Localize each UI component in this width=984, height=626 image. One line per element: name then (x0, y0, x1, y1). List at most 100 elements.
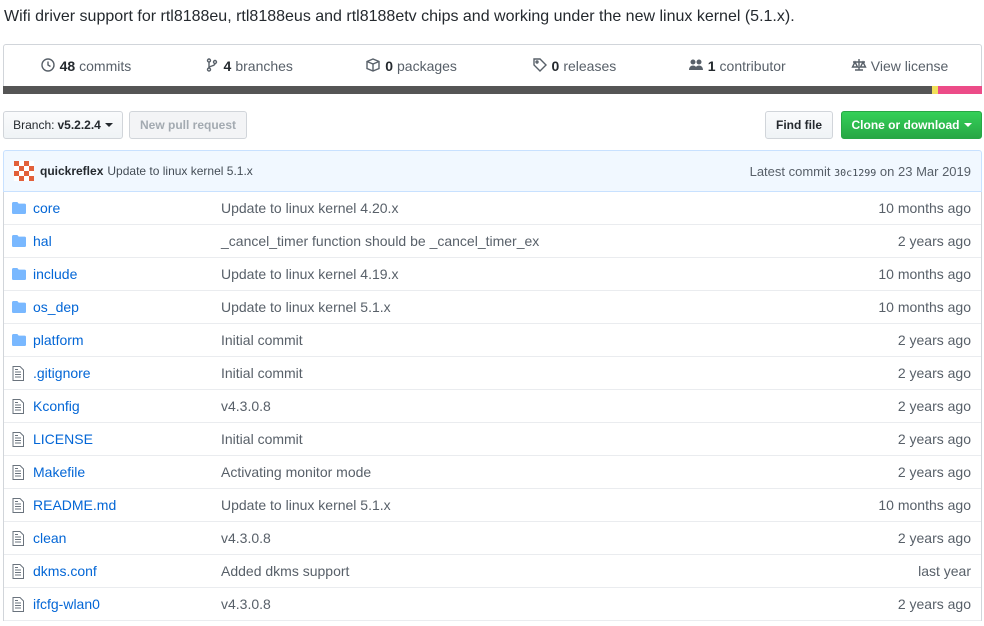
file-name-link[interactable]: .gitignore (33, 365, 221, 381)
table-row: README.md Update to linux kernel 5.1.x 10 … (4, 489, 981, 522)
file-list: core Update to linux kernel 4.20.x 10 mont… (3, 192, 982, 621)
folder-icon (12, 334, 28, 346)
file-age: 10 months ago (878, 497, 971, 513)
commit-date: on 23 Mar 2019 (879, 163, 971, 179)
file-age: 2 years ago (897, 530, 971, 546)
file-commit-message-link[interactable]: Initial commit (221, 365, 898, 381)
file-name-link[interactable]: Makefile (33, 464, 221, 480)
file-text-icon (12, 431, 28, 447)
file-commit-message-link[interactable]: Update to linux kernel 5.1.x (221, 299, 878, 315)
file-commit-message-link[interactable]: Initial commit (221, 332, 898, 348)
branches-link[interactable]: 4 branches (167, 57, 330, 76)
file-text-icon (12, 398, 28, 414)
file-text-icon (12, 596, 28, 612)
file-age: 10 months ago (878, 266, 971, 282)
clone-label: Clone or download (851, 118, 960, 132)
table-row: clean v4.3.0.8 2 years ago (4, 522, 981, 555)
table-row: platform Initial commit 2 years ago (4, 324, 981, 357)
branch-select-button[interactable]: Branch: v5.2.2.4 (3, 111, 123, 139)
license-link[interactable]: View license (818, 57, 981, 76)
file-text-icon (12, 497, 28, 513)
file-name-link[interactable]: Kconfig (33, 398, 221, 414)
table-row: core Update to linux kernel 4.20.x 10 mont… (4, 192, 981, 225)
repo-summary: 48 commits 4 branches 0 packages 0 relea… (3, 44, 982, 94)
releases-label: releases (563, 58, 617, 74)
file-commit-message-link[interactable]: Update to linux kernel 4.20.x (221, 200, 878, 216)
releases-count: 0 (551, 58, 560, 74)
find-file-button[interactable]: Find file (765, 111, 833, 139)
file-commit-message-link[interactable]: Added dkms support (221, 563, 918, 579)
file-name-link[interactable]: ifcfg-wlan0 (33, 596, 221, 612)
file-name-link[interactable]: platform (33, 332, 221, 348)
file-name-link[interactable]: dkms.conf (33, 563, 221, 579)
folder-icon (12, 202, 28, 214)
file-name-link[interactable]: include (33, 266, 221, 282)
file-commit-message-link[interactable]: v4.3.0.8 (221, 596, 898, 612)
packages-count: 0 (385, 58, 393, 74)
file-commit-message-link[interactable]: Update to linux kernel 5.1.x (221, 497, 878, 513)
branch-name: v5.2.2.4 (57, 118, 101, 132)
language-bar[interactable] (3, 86, 982, 94)
commit-author-link[interactable]: quickreflex (40, 164, 103, 178)
law-icon (851, 57, 867, 76)
file-age: 2 years ago (897, 596, 971, 612)
commit-sha-link[interactable]: 30c1299 (834, 168, 876, 179)
file-commit-message-link[interactable]: v4.3.0.8 (221, 530, 898, 546)
commits-label: commits (79, 58, 132, 74)
clone-or-download-button[interactable]: Clone or download (841, 111, 982, 139)
file-text-icon (12, 530, 28, 546)
table-row: Kconfig v4.3.0.8 2 years ago (4, 390, 981, 423)
file-name-link[interactable]: os_dep (33, 299, 221, 315)
file-name-link[interactable]: clean (33, 530, 221, 546)
file-commit-message-link[interactable]: _cancel_timer function should be _cancel… (221, 233, 898, 249)
file-name-link[interactable]: hal (33, 233, 221, 249)
file-age: 10 months ago (878, 299, 971, 315)
caret-down-icon (104, 123, 113, 127)
package-icon (365, 57, 381, 76)
table-row: Makefile Activating monitor mode 2 years a… (4, 456, 981, 489)
caret-down-icon (963, 123, 972, 127)
file-age: 2 years ago (897, 365, 971, 381)
new-pull-request-button[interactable]: New pull request (129, 111, 247, 139)
contributors-label: contributor (719, 58, 786, 74)
branch-prefix: Branch: (13, 118, 55, 132)
table-row: include Update to linux kernel 4.19.x 10 m… (4, 258, 981, 291)
history-icon (40, 57, 56, 76)
packages-label: packages (397, 58, 457, 74)
language-bar-segment (938, 86, 982, 94)
file-name-link[interactable]: LICENSE (33, 431, 221, 447)
file-age: 2 years ago (897, 398, 971, 414)
releases-link[interactable]: 0 releases (492, 57, 655, 76)
contributors-link[interactable]: 1 contributor (655, 57, 818, 76)
contributors-count: 1 (707, 58, 716, 74)
file-commit-message-link[interactable]: Initial commit (221, 431, 898, 447)
latest-commit-bar: quickreflex Update to linux kernel 5.1.x… (3, 150, 982, 192)
folder-icon (12, 301, 28, 313)
language-bar-segment (3, 86, 932, 94)
branches-label: branches (235, 58, 293, 74)
file-age: 2 years ago (897, 233, 971, 249)
folder-icon (12, 268, 28, 280)
file-commit-message-link[interactable]: Update to linux kernel 4.19.x (221, 266, 878, 282)
people-icon (688, 57, 704, 76)
file-name-link[interactable]: core (33, 200, 221, 216)
latest-commit-info: Latest commit 30c1299 on 23 Mar 2019 (750, 164, 971, 179)
commits-link[interactable]: 48 commits (4, 57, 167, 76)
file-name-link[interactable]: README.md (33, 497, 221, 513)
repo-description: Wifi driver support for rtl8188eu, rtl81… (4, 8, 795, 25)
commit-message-link[interactable]: Update to linux kernel 5.1.x (107, 164, 252, 178)
folder-icon (12, 235, 28, 247)
tag-icon (532, 57, 548, 76)
file-commit-message-link[interactable]: v4.3.0.8 (221, 398, 898, 414)
commits-count: 48 (59, 58, 76, 74)
latest-commit-prefix: Latest commit (749, 163, 831, 179)
branch-icon (204, 57, 220, 76)
file-text-icon (12, 464, 28, 480)
branches-count: 4 (223, 58, 232, 74)
packages-link[interactable]: 0 packages (330, 57, 493, 76)
license-label: View license (870, 58, 949, 74)
avatar[interactable] (14, 161, 34, 181)
file-commit-message-link[interactable]: Activating monitor mode (221, 464, 898, 480)
file-text-icon (12, 563, 28, 579)
table-row: LICENSE Initial commit 2 years ago (4, 423, 981, 456)
